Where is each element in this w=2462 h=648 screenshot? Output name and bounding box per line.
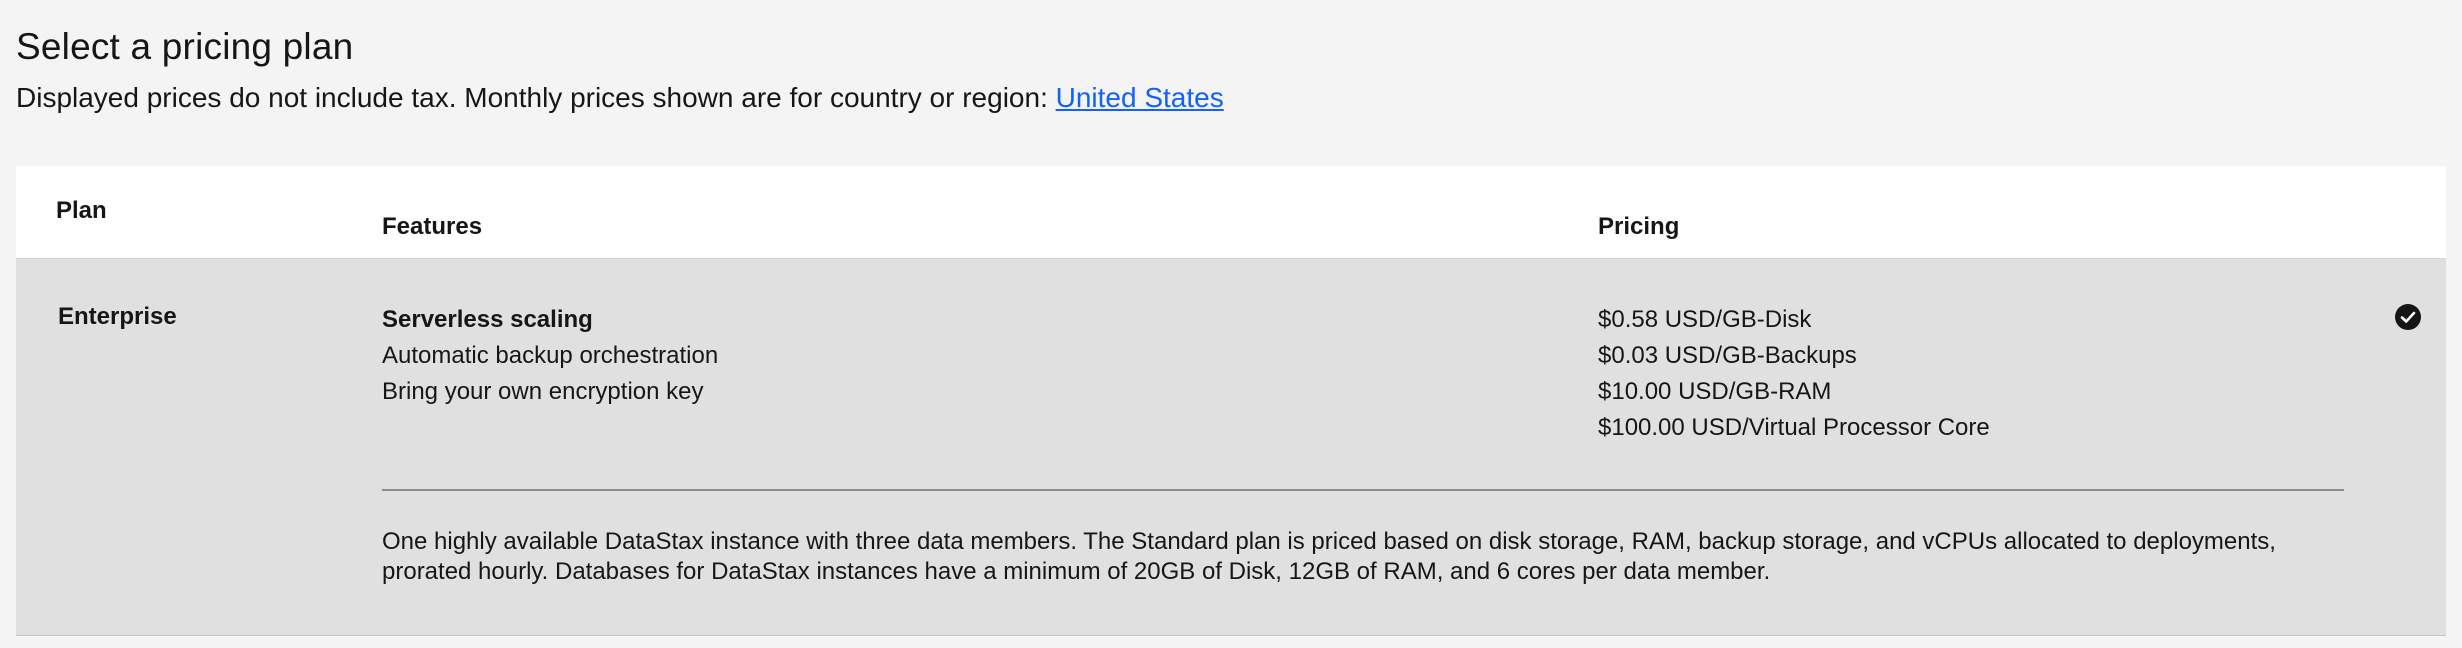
pricing-note: Displayed prices do not include tax. Mon… <box>16 82 1224 114</box>
price-item: $0.03 USD/GB-Backups <box>1598 342 1857 369</box>
row-divider <box>382 489 2344 491</box>
column-header-features: Features <box>382 213 483 240</box>
plan-row-enterprise[interactable]: Enterprise Serverless scaling Automatic … <box>16 259 2446 636</box>
table-header: Plan Features Pricing <box>16 166 2446 259</box>
feature-item: Bring your own encryption key <box>382 378 704 405</box>
pricing-note-text: Displayed prices do not include tax. Mon… <box>16 82 1056 113</box>
feature-item: Serverless scaling <box>382 306 593 333</box>
page-title: Select a pricing plan <box>16 26 354 67</box>
plan-features: Serverless scaling Automatic backup orch… <box>382 302 718 410</box>
pricing-plan-table: Plan Features Pricing Enterprise Serverl… <box>16 166 2446 636</box>
region-link[interactable]: United States <box>1056 82 1224 113</box>
column-header-pricing: Pricing <box>1598 213 1680 240</box>
price-item: $10.00 USD/GB-RAM <box>1598 378 1832 405</box>
plan-name: Enterprise <box>58 303 177 330</box>
column-header-plan: Plan <box>56 197 107 224</box>
price-item: $100.00 USD/Virtual Processor Core <box>1598 414 1990 441</box>
plan-pricing: $0.58 USD/GB-Disk $0.03 USD/GB-Backups $… <box>1598 302 1990 446</box>
checkmark-filled-icon <box>2394 303 2422 331</box>
price-item: $0.58 USD/GB-Disk <box>1598 306 1812 333</box>
feature-item: Automatic backup orchestration <box>382 342 719 369</box>
plan-description: One highly available DataStax instance w… <box>382 528 2276 585</box>
